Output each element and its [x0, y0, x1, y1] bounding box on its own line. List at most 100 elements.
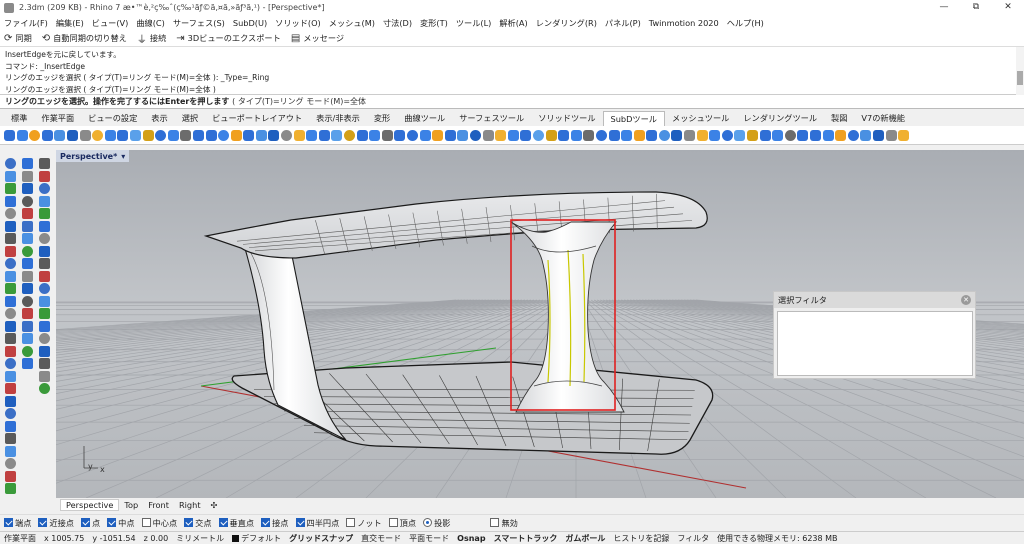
- connect-button[interactable]: ⏚ 接続: [137, 31, 166, 46]
- osnap-option[interactable]: 中心点: [141, 517, 177, 529]
- sync-button[interactable]: ⟳ 同期: [4, 32, 32, 44]
- subd-tool-icon[interactable]: [54, 129, 66, 141]
- left-tool-icon[interactable]: [22, 258, 33, 269]
- status-cplane[interactable]: 作業平面: [4, 533, 36, 544]
- osnap-project-option[interactable]: 投影: [423, 517, 450, 529]
- subd-tool-icon[interactable]: [369, 129, 381, 141]
- left-tool-icon[interactable]: [39, 370, 50, 382]
- left-tool-icon[interactable]: [39, 308, 50, 319]
- osnap-checkbox[interactable]: [218, 518, 228, 527]
- close-icon[interactable]: ✕: [961, 295, 971, 305]
- project-radio[interactable]: [423, 518, 433, 527]
- command-history-scrollbar[interactable]: [1016, 47, 1024, 95]
- left-tool-icon[interactable]: [5, 408, 16, 419]
- subd-tool-icon[interactable]: [835, 129, 847, 141]
- menu-subd[interactable]: SubD(U): [233, 18, 267, 28]
- tab-new-in-v7[interactable]: V7の新機能: [854, 111, 912, 126]
- subd-tool-icon[interactable]: [281, 129, 293, 141]
- osnap-checkbox[interactable]: [38, 518, 48, 527]
- osnap-checkbox[interactable]: [4, 518, 13, 527]
- subd-tool-icon[interactable]: [381, 129, 393, 141]
- osnap-option[interactable]: 端点: [4, 517, 31, 529]
- plus-icon[interactable]: ✣: [206, 500, 223, 510]
- osnap-disable-option[interactable]: 無効: [490, 517, 518, 529]
- left-tool-icon[interactable]: [5, 270, 16, 282]
- restore-icon[interactable]: ⧉: [960, 0, 992, 15]
- subd-tool-icon[interactable]: [709, 129, 721, 141]
- menu-render[interactable]: レンダリング(R): [536, 17, 597, 29]
- close-icon[interactable]: ✕: [992, 0, 1024, 15]
- tab-mesh-tools[interactable]: メッシュツール: [665, 111, 736, 126]
- subd-tool-icon[interactable]: [469, 129, 481, 141]
- left-tool-icon[interactable]: [5, 308, 16, 319]
- status-filter[interactable]: フィルタ: [677, 533, 709, 544]
- menu-dimension[interactable]: 寸法(D): [383, 17, 412, 29]
- osnap-option[interactable]: 四半円点: [295, 517, 339, 529]
- left-tool-icon[interactable]: [5, 295, 16, 307]
- subd-tool-icon[interactable]: [759, 129, 771, 141]
- left-tool-icon[interactable]: [5, 395, 16, 407]
- left-tool-icon[interactable]: [5, 283, 16, 294]
- menu-twinmotion[interactable]: Twinmotion 2020: [649, 18, 719, 28]
- subd-tool-icon[interactable]: [243, 129, 255, 141]
- subd-tool-icon[interactable]: [822, 129, 834, 141]
- subd-tool-icon[interactable]: [230, 129, 242, 141]
- osnap-option[interactable]: ノット: [346, 517, 382, 529]
- left-tool-icon[interactable]: [5, 158, 16, 169]
- status-planar[interactable]: 平面モード: [409, 533, 449, 544]
- left-tool-icon[interactable]: [22, 220, 33, 232]
- status-osnap[interactable]: Osnap: [457, 534, 485, 543]
- status-smarttrack[interactable]: スマートトラック: [494, 533, 558, 544]
- subd-tool-icon[interactable]: [696, 129, 708, 141]
- subd-tool-icon[interactable]: [344, 129, 356, 141]
- subd-tool-icon[interactable]: [772, 129, 784, 141]
- subd-tool-icon[interactable]: [797, 129, 809, 141]
- subd-tool-icon[interactable]: [180, 129, 192, 141]
- osnap-checkbox[interactable]: [184, 518, 194, 527]
- left-tool-icon[interactable]: [39, 358, 50, 369]
- subd-tool-icon[interactable]: [784, 129, 796, 141]
- left-tool-icon[interactable]: [22, 283, 33, 294]
- subd-tool-icon[interactable]: [621, 129, 633, 141]
- left-tool-icon[interactable]: [39, 158, 50, 169]
- subd-tool-icon[interactable]: [79, 129, 91, 141]
- menu-surface[interactable]: サーフェス(S): [173, 17, 225, 29]
- osnap-option[interactable]: 交点: [184, 517, 212, 529]
- osnap-checkbox[interactable]: [261, 518, 271, 527]
- command-prompt[interactable]: リングのエッジを選択。操作を完了するにはEnterを押します ( タイプ(T)=…: [0, 95, 1024, 109]
- subd-tool-icon[interactable]: [218, 129, 230, 141]
- subd-tool-icon[interactable]: [306, 129, 318, 141]
- export-3d-button[interactable]: ⇥ 3Dビューのエクスポート: [176, 32, 281, 44]
- subd-tool-icon[interactable]: [268, 129, 280, 141]
- subd-tool-icon[interactable]: [545, 129, 557, 141]
- subd-tool-icon[interactable]: [4, 129, 15, 141]
- left-tool-icon[interactable]: [5, 358, 16, 369]
- menu-analyze[interactable]: 解析(A): [499, 17, 527, 29]
- tab-viewport-layout[interactable]: ビューポートレイアウト: [205, 111, 309, 126]
- left-tool-icon[interactable]: [5, 183, 16, 194]
- status-layer[interactable]: デフォルト: [232, 533, 281, 544]
- subd-tool-icon[interactable]: [898, 129, 910, 141]
- left-tool-icon[interactable]: [5, 208, 16, 219]
- left-tool-icon[interactable]: [5, 470, 16, 482]
- subd-tool-icon[interactable]: [885, 129, 897, 141]
- tab-visibility[interactable]: 表示/非表示: [309, 111, 367, 126]
- subd-tool-icon[interactable]: [507, 129, 519, 141]
- subd-tool-icon[interactable]: [860, 129, 872, 141]
- subd-tool-icon[interactable]: [532, 129, 544, 141]
- subd-tool-icon[interactable]: [16, 129, 28, 141]
- left-tool-icon[interactable]: [22, 333, 33, 344]
- left-tool-icon[interactable]: [5, 320, 16, 332]
- left-tool-icon[interactable]: [22, 345, 33, 357]
- osnap-option[interactable]: 中点: [107, 517, 135, 529]
- scrollbar-thumb[interactable]: [1017, 71, 1023, 85]
- subd-tool-icon[interactable]: [318, 129, 330, 141]
- status-history[interactable]: ヒストリを記録: [613, 533, 669, 544]
- left-tool-icon[interactable]: [5, 245, 16, 257]
- osnap-option[interactable]: 垂直点: [218, 517, 254, 529]
- left-tool-icon[interactable]: [22, 233, 33, 244]
- left-tool-icon[interactable]: [22, 245, 33, 257]
- left-tool-icon[interactable]: [22, 195, 33, 207]
- left-tool-icon[interactable]: [22, 170, 33, 182]
- osnap-option[interactable]: 近接点: [38, 517, 74, 529]
